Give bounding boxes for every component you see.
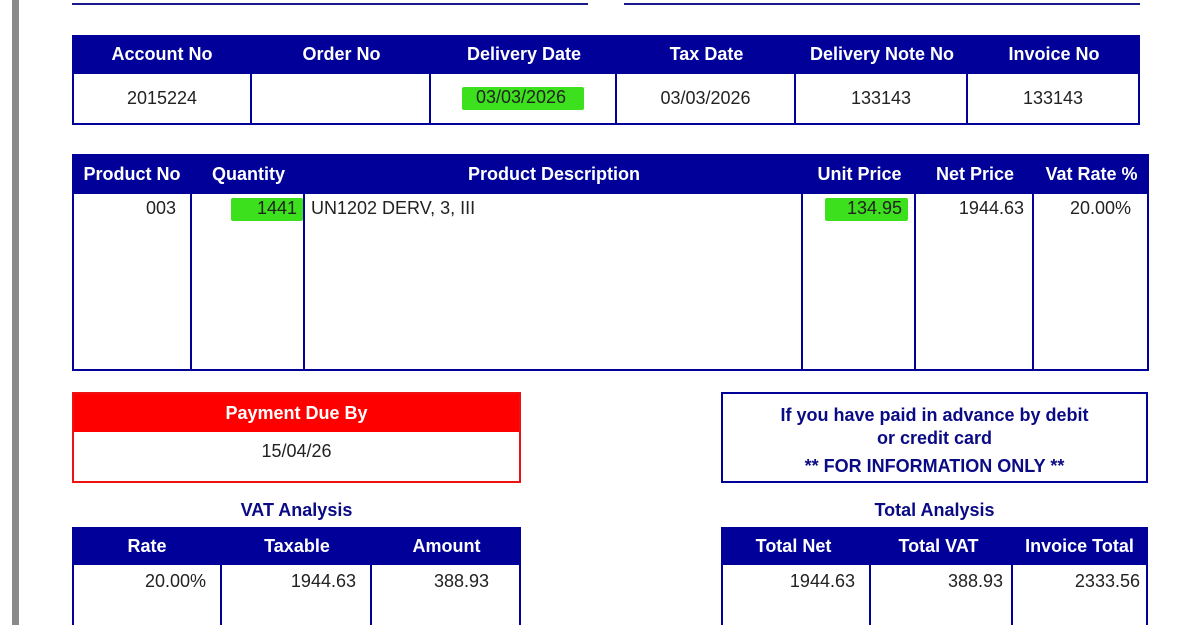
col-order-no: Order No bbox=[302, 44, 381, 64]
table-row: 1944.63 388.93 2333.56 bbox=[721, 565, 1148, 625]
product-table-head: Product No Quantity Product Description … bbox=[72, 154, 1149, 194]
vat-analysis-title: VAT Analysis bbox=[240, 500, 353, 520]
col-rate: Rate bbox=[127, 535, 167, 556]
total-analysis-title: Total Analysis bbox=[874, 500, 995, 520]
col-quantity: Quantity bbox=[211, 163, 285, 184]
header-table-row: 2015224 03/03/2026 03/03/2026 133143 133… bbox=[72, 74, 1140, 125]
description-value: UN1202 DERV, 3, III bbox=[305, 194, 803, 369]
advance-payment-info-box: If you have paid in advance by debit or … bbox=[721, 392, 1148, 483]
total-net-value: 1944.63 bbox=[723, 565, 871, 625]
col-total-net: Total Net bbox=[755, 535, 832, 556]
payment-due-box: Payment Due By 15/04/26 bbox=[72, 392, 521, 483]
vat-analysis-head: Rate Taxable Amount bbox=[72, 527, 521, 565]
col-product-description: Product Description bbox=[467, 163, 641, 184]
quantity-cell: 1441 bbox=[192, 194, 305, 369]
vat-rate-value: 20.00% bbox=[1069, 198, 1131, 218]
vat-amount-value: 388.93 bbox=[433, 571, 489, 591]
col-vat-rate: Vat Rate % bbox=[1045, 163, 1138, 184]
product-no-value: 003 bbox=[74, 194, 192, 369]
product-table: Product No Quantity Product Description … bbox=[72, 154, 1149, 371]
col-product-no: Product No bbox=[83, 163, 181, 184]
total-vat-value: 388.93 bbox=[871, 565, 1013, 625]
quantity-value: 1441 bbox=[230, 198, 303, 221]
col-total-vat: Total VAT bbox=[898, 535, 979, 556]
vat-rate-analysis-value: 20.00% bbox=[74, 565, 222, 625]
col-taxable: Taxable bbox=[264, 535, 330, 556]
invoice-total-value: 2333.56 bbox=[1074, 571, 1140, 591]
info-line-3: ** FOR INFORMATION ONLY ** bbox=[804, 456, 1065, 476]
header-table-head: Account No Order No Delivery Date Tax Da… bbox=[72, 35, 1140, 74]
delivery-date-cell: 03/03/2026 bbox=[431, 74, 617, 123]
total-analysis-head: Total Net Total VAT Invoice Total bbox=[721, 527, 1148, 565]
total-analysis-table: Total Net Total VAT Invoice Total 1944.6… bbox=[721, 527, 1148, 625]
page-edge-bar bbox=[12, 0, 19, 625]
payment-due-date: 15/04/26 bbox=[261, 441, 332, 461]
account-no-value: 2015224 bbox=[74, 74, 252, 123]
net-price-value: 1944.63 bbox=[916, 194, 1034, 369]
top-divider-left bbox=[72, 3, 588, 5]
tax-date-value: 03/03/2026 bbox=[617, 74, 796, 123]
table-row: 003 1441 UN1202 DERV, 3, III 134.95 1944… bbox=[72, 194, 1149, 371]
order-no-value bbox=[252, 74, 431, 123]
table-row: 20.00% 1944.63 388.93 bbox=[72, 565, 521, 625]
invoice-no-value: 133143 bbox=[1022, 88, 1084, 108]
info-line-2: or credit card bbox=[876, 428, 993, 448]
col-delivery-note-no: Delivery Note No bbox=[809, 44, 955, 64]
col-delivery-date: Delivery Date bbox=[466, 44, 582, 64]
col-amount: Amount bbox=[412, 535, 481, 556]
payment-due-title: Payment Due By bbox=[74, 394, 519, 432]
col-tax-date: Tax Date bbox=[669, 44, 744, 64]
delivery-note-no-value: 133143 bbox=[796, 74, 968, 123]
col-net-price: Net Price bbox=[935, 163, 1015, 184]
unit-price-cell: 134.95 bbox=[803, 194, 916, 369]
unit-price-value: 134.95 bbox=[824, 198, 908, 221]
vat-analysis-table: Rate Taxable Amount 20.00% 1944.63 388.9… bbox=[72, 527, 521, 625]
info-line-1: If you have paid in advance by debit bbox=[780, 405, 1089, 425]
col-unit-price: Unit Price bbox=[817, 163, 902, 184]
delivery-date-value: 03/03/2026 bbox=[461, 87, 585, 110]
col-invoice-no: Invoice No bbox=[1008, 44, 1100, 64]
col-invoice-total: Invoice Total bbox=[1025, 535, 1134, 556]
vat-taxable-value: 1944.63 bbox=[222, 565, 372, 625]
invoice-header-table: Account No Order No Delivery Date Tax Da… bbox=[72, 35, 1140, 125]
col-account-no: Account No bbox=[111, 44, 213, 64]
top-divider-right bbox=[624, 3, 1140, 5]
